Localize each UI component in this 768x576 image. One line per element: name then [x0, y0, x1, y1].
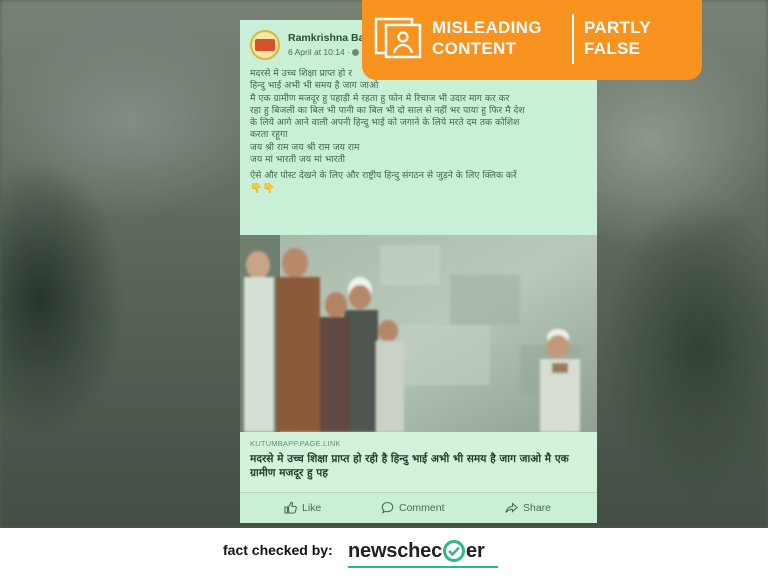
- post-line: जय मां भारती जय मां भारती: [250, 154, 346, 166]
- brand-text-start: newschec: [348, 539, 443, 562]
- newschecker-logo[interactable]: newschec er: [348, 536, 485, 566]
- share-arrow-icon: [505, 502, 518, 513]
- verdict-line: MISLEADING: [432, 18, 542, 37]
- timestamp-text: 6 April at 10:14 ·: [288, 47, 350, 57]
- brand-text-end: er: [466, 539, 485, 562]
- post-line: मै एक ग्रामीण मजदूर हु पहाड़ी मे रहता हु…: [250, 92, 510, 104]
- comment-icon: [381, 501, 394, 514]
- link-preview[interactable]: KUTUMBAPP.PAGE.LINK मदरसे मे उच्च शिक्षा…: [240, 432, 597, 492]
- fact-checked-label: fact checked by:: [223, 542, 333, 558]
- post-body: मदरसे मे उच्च शिक्षा प्राप्त हो र हिन्दु…: [250, 68, 590, 195]
- avatar[interactable]: [250, 30, 280, 60]
- post-image[interactable]: [240, 235, 597, 432]
- verdict-partly-false: PARTLY FALSE: [584, 17, 651, 59]
- checkmark-icon: [443, 540, 466, 562]
- badge-divider: [572, 14, 574, 64]
- globe-icon: [351, 49, 359, 57]
- footer-bar: fact checked by: newschec er: [0, 528, 768, 576]
- verdict-badge: MISLEADING CONTENT PARTLY FALSE: [362, 0, 702, 80]
- verdict-line: PARTLY: [584, 18, 651, 37]
- post-line: करता रहूगा: [250, 129, 288, 141]
- thumbs-up-icon: [284, 501, 297, 514]
- avatar-logo-icon: [255, 39, 275, 51]
- verdict-misleading: MISLEADING CONTENT: [432, 17, 542, 59]
- verdict-line: CONTENT: [432, 39, 517, 58]
- like-button[interactable]: Like: [284, 501, 321, 514]
- link-domain: KUTUMBAPP.PAGE.LINK: [250, 439, 341, 448]
- post-actions-bar: Like Comment Share: [240, 492, 597, 523]
- brand-underline: [348, 566, 498, 568]
- link-title: मदरसे मे उच्च शिक्षा प्राप्त हो रही है ह…: [250, 453, 569, 479]
- post-cta: ऐसे और पोस्ट देखने के लिए और राष्ट्रीय ह…: [250, 170, 517, 182]
- facebook-post-card: Ramkrishna Baro 6 April at 10:14 · मदरसे…: [240, 20, 597, 523]
- comment-button[interactable]: Comment: [381, 501, 445, 514]
- post-timestamp[interactable]: 6 April at 10:14 ·: [288, 47, 359, 57]
- post-line: रहा हु बिजली का बिल भी पानी का बिल भी दो…: [250, 104, 525, 116]
- comment-label: Comment: [399, 501, 445, 514]
- photo-of-people-by-wall: [240, 235, 597, 432]
- post-line: के लिये आगे आने वाली अपनी हिन्दु भाई को …: [250, 117, 520, 129]
- post-line: हिन्दु भाई अभी भी समय है जाग जाओ: [250, 80, 379, 92]
- verdict-line: FALSE: [584, 39, 641, 58]
- share-label: Share: [523, 501, 552, 514]
- like-label: Like: [302, 501, 322, 514]
- misleading-image-icon: [374, 17, 422, 59]
- post-line: जय श्री राम जय श्री राम जय राम: [250, 141, 360, 153]
- share-button[interactable]: Share: [505, 501, 551, 514]
- pointing-down-icons: 👇👇: [250, 182, 275, 194]
